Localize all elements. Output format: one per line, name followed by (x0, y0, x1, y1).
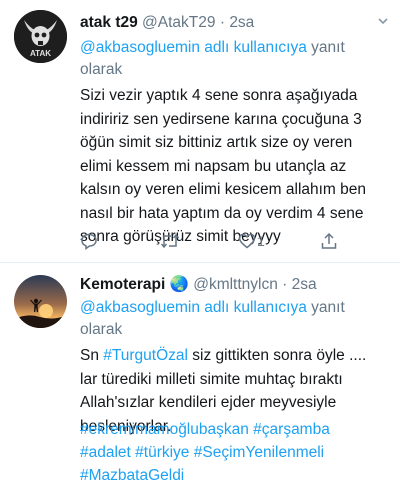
tweet-actions: 1 (80, 231, 380, 251)
tweet-header: Kemoterapi 🌏 @kmlttnylcn · 2sa (80, 275, 317, 294)
hashtag-link[interactable]: #TurgutÖzal (103, 347, 188, 364)
reply-icon (81, 233, 97, 250)
display-name[interactable]: atak t29 (80, 14, 138, 31)
heart-icon (238, 233, 256, 249)
user-handle[interactable]: @kmlttnylcn (193, 276, 278, 293)
like-button[interactable]: 1 (238, 231, 265, 251)
avatar[interactable] (14, 275, 67, 328)
separator-dot: · (282, 276, 288, 293)
retweet-icon (160, 233, 180, 249)
globe-emoji-icon: 🌏 (169, 276, 189, 293)
like-count: 1 (257, 233, 265, 249)
reply-context: @akbasogluemin adlı kullanıcıya yanıt ol… (80, 297, 380, 341)
share-icon (321, 232, 337, 249)
reply-mention-link[interactable]: @akbasogluemin adlı kullanıcıya (80, 299, 307, 316)
tweet-1[interactable]: ATAK atak t29 @AtakT29 · 2sa @akbasoglue… (0, 0, 400, 262)
tweet-header: atak t29 @AtakT29 · 2sa (80, 14, 254, 32)
reply-button[interactable] (80, 231, 98, 251)
user-handle[interactable]: @AtakT29 (142, 14, 215, 31)
avatar[interactable]: ATAK (14, 10, 67, 63)
separator-dot: · (219, 14, 225, 31)
tweet-2[interactable]: Kemoterapi 🌏 @kmlttnylcn · 2sa @akbasogl… (0, 263, 400, 486)
reply-context: @akbasogluemin adlı kullanıcıya yanıt ol… (80, 37, 380, 81)
timestamp[interactable]: 2sa (229, 14, 254, 31)
share-button[interactable] (320, 231, 338, 251)
tweet-text: Sizi vezir yaptık 4 sene sonra aşağıyada… (80, 87, 367, 245)
retweet-button[interactable] (160, 231, 180, 251)
reply-mention-link[interactable]: @akbasogluemin adlı kullanıcıya (80, 39, 307, 56)
sunset-silhouette-photo-icon (14, 275, 67, 328)
hashtag-line[interactable]: #adalet #türkiye #SeçimYenilenmeli (80, 441, 385, 465)
horned-skull-logo-icon: ATAK (14, 10, 67, 63)
display-name[interactable]: Kemoterapi (80, 276, 165, 293)
body-text-start: Sn (80, 347, 104, 364)
chevron-down-icon[interactable] (377, 14, 389, 30)
hashtag-line[interactable]: #MazbataGeldi (80, 464, 385, 486)
timestamp[interactable]: 2sa (292, 276, 317, 293)
hashtag-line[interactable]: #ekremimamoğlubaşkan #çarşamba (80, 418, 385, 442)
avatar-logo-text: ATAK (30, 49, 51, 58)
